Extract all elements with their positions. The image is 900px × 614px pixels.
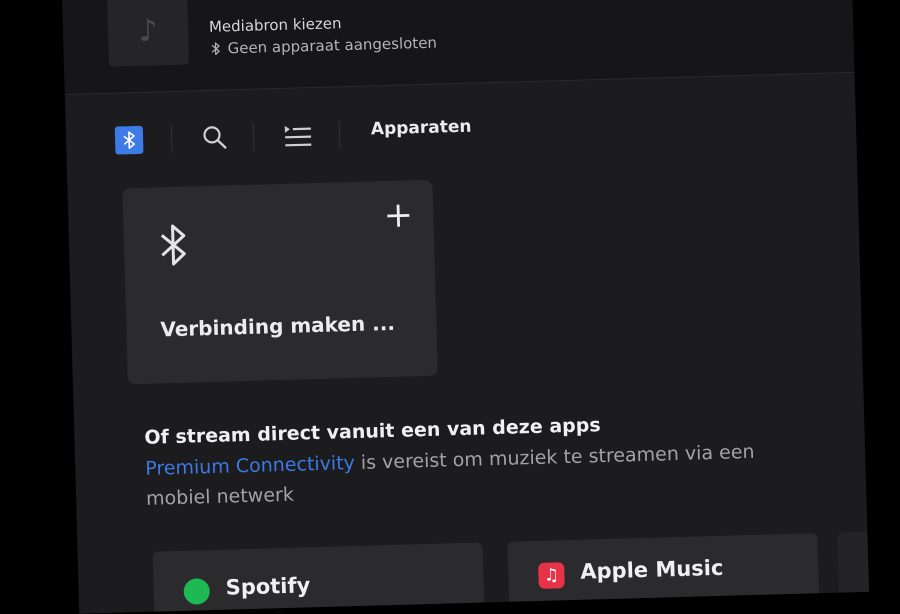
media-source-status: Geen apparaat aangesloten — [209, 34, 437, 58]
bluetooth-icon — [160, 224, 186, 266]
app-name: Apple Music — [579, 555, 724, 584]
bluetooth-small-icon — [211, 42, 220, 56]
media-source-status-text: Geen apparaat aangesloten — [227, 33, 438, 58]
music-note-icon: ♪ — [107, 0, 190, 67]
stream-note: Premium Connectivity is vereist om muzie… — [145, 435, 806, 513]
tab-divider — [252, 122, 255, 151]
spotify-icon — [183, 578, 211, 605]
app-card-apple-music[interactable]: ♫ Apple Music — [507, 533, 820, 614]
apple-music-icon: ♫ — [538, 562, 565, 589]
media-source-title: Mediabron kiezen — [208, 14, 342, 36]
tab-bluetooth[interactable] — [114, 125, 144, 155]
queue-list-icon[interactable] — [283, 123, 314, 150]
media-screen: ♪ Mediabron kiezen Geen apparaat aangesl… — [62, 0, 870, 614]
app-card-spotify[interactable]: Spotify — [152, 542, 485, 614]
search-icon[interactable] — [201, 123, 230, 152]
connect-label: Verbinding maken ... — [160, 310, 396, 342]
tab-divider — [338, 120, 341, 149]
source-tabs: Apparaten — [111, 101, 812, 157]
plus-icon[interactable] — [385, 202, 412, 229]
premium-connectivity-link[interactable]: Premium Connectivity — [145, 452, 355, 480]
app-card-more[interactable] — [837, 530, 870, 613]
tab-title: Apparaten — [370, 116, 472, 140]
app-name: Spotify — [225, 573, 311, 600]
tab-divider — [170, 124, 173, 154]
media-source-bar[interactable]: ♪ Mediabron kiezen Geen apparaat aangesl… — [62, 0, 855, 95]
connect-device-card[interactable]: Verbinding maken ... — [122, 179, 438, 385]
bluetooth-icon — [123, 131, 136, 149]
